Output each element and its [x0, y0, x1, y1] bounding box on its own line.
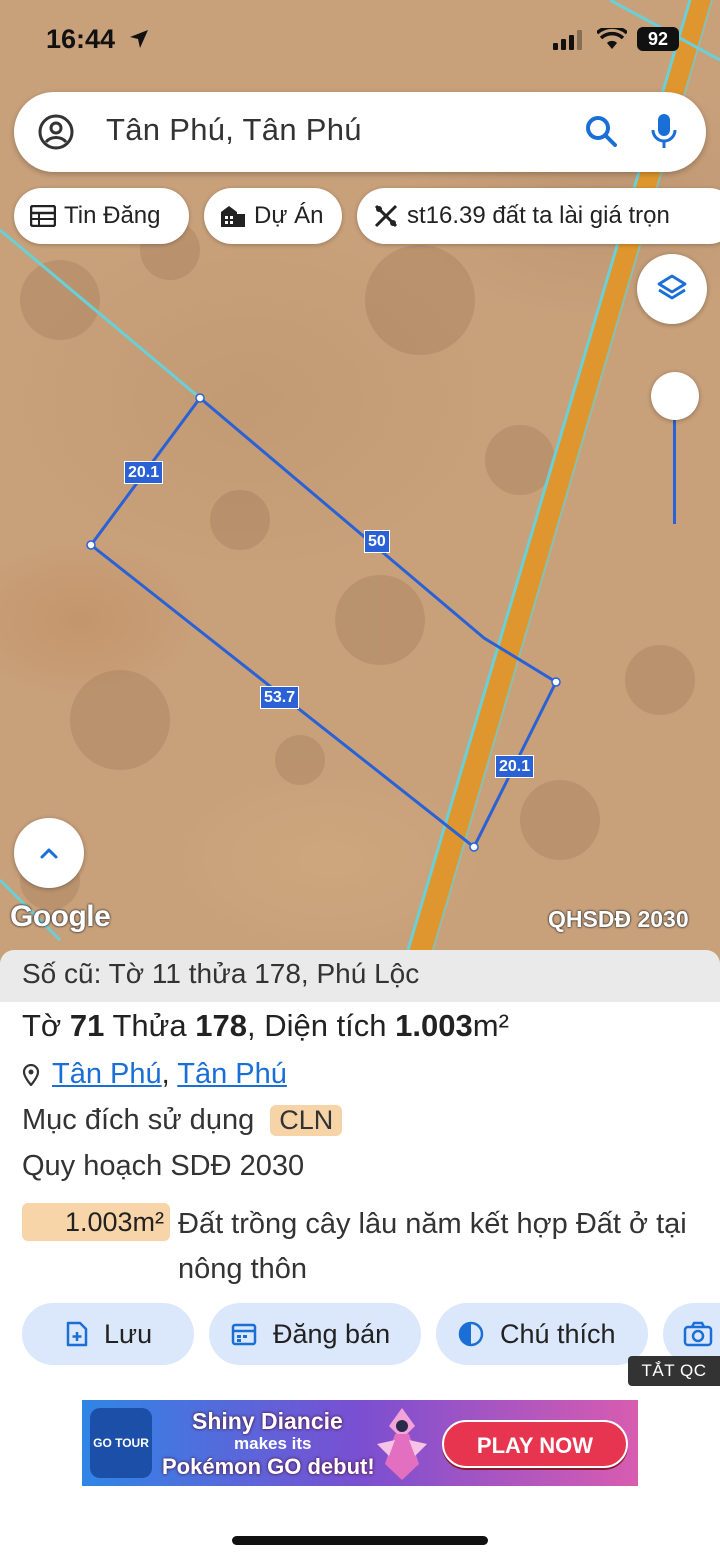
ad-headline: Shiny Diancie [192, 1408, 343, 1434]
expand-up-button[interactable] [14, 818, 84, 888]
building-icon [221, 206, 245, 227]
ad-subline: makes its [234, 1434, 312, 1453]
pattern-icon [374, 204, 398, 228]
plot-edge-label: 20.1 [124, 461, 164, 484]
parcel-label: Thửa [112, 1008, 187, 1043]
post-for-sale-button[interactable]: Đăng bán [209, 1303, 421, 1365]
location-arrow-icon [130, 30, 148, 48]
chevron-up-icon [40, 848, 58, 859]
map-layer-label: QHSDĐ 2030 [548, 906, 689, 932]
button-label: Chú thích [500, 1318, 616, 1349]
sheet-label: Tờ [22, 1008, 62, 1043]
wifi-icon [597, 28, 627, 49]
contrast-icon [458, 1321, 484, 1347]
save-button[interactable]: Lưu [22, 1303, 194, 1365]
microphone-icon[interactable] [650, 112, 678, 150]
signal-icon [553, 30, 582, 50]
location-link[interactable]: Tân Phú [52, 1058, 162, 1090]
chip-label: Dự Án [254, 202, 324, 229]
sheet-header[interactable]: Số cũ: Tờ 11 thửa 178, Phú Lộc [0, 950, 720, 1002]
chip-saved-search[interactable]: st16.39 đất ta lài giá trọn [357, 188, 720, 244]
land-use-purpose: Mục đích sử dụng CLN [22, 1104, 343, 1137]
opacity-slider-track[interactable] [673, 420, 676, 524]
account-icon[interactable] [38, 114, 74, 150]
old-parcel-ref: Số cũ: Tờ 11 thửa 178, Phú Lộc [22, 958, 420, 989]
clock: 16:44 [46, 24, 116, 54]
pokemon-go-logo: GO TOUR [90, 1408, 152, 1478]
search-bar[interactable]: Tân Phú, Tân Phú [14, 92, 706, 172]
plot-edge-label: 50 [364, 530, 390, 553]
parcel-number: 178 [195, 1008, 247, 1043]
plan-description: Đất trồng cây lâu năm kết hợp Đất ở tại … [178, 1208, 687, 1285]
parcel-summary: Tờ 71 Thửa 178, Diện tích 1.003m² [22, 1008, 509, 1043]
button-label: Lưu [104, 1318, 153, 1349]
plan-label: Quy hoạch SDĐ 2030 [22, 1150, 305, 1182]
save-doc-icon [66, 1321, 88, 1347]
button-label: Đăng bán [273, 1318, 391, 1349]
status-bar: 16:44 92 [0, 0, 720, 80]
location-pin-icon [22, 1064, 40, 1087]
purpose-label: Mục đích sử dụng [22, 1104, 255, 1136]
plan-area-badge: 1.003m² [22, 1203, 170, 1241]
battery-indicator: 92 [637, 27, 679, 51]
location-link[interactable]: Tân Phú [177, 1058, 287, 1090]
area-unit: m² [472, 1008, 509, 1043]
camera-icon [683, 1321, 713, 1347]
close-ad-button[interactable]: TẮT QC [628, 1356, 720, 1386]
ad-banner[interactable]: GO TOUR Shiny Diancie makes its Pokémon … [82, 1400, 638, 1486]
area-label: Diện tích [264, 1008, 387, 1043]
area-value: 1.003 [395, 1008, 473, 1043]
chip-label: st16.39 đất ta lài giá trọn [407, 202, 670, 229]
layers-button[interactable] [637, 254, 707, 324]
plot-edge-label: 20.1 [495, 755, 535, 778]
chip-tin-dang[interactable]: Tin Đăng [14, 188, 189, 244]
home-indicator[interactable] [232, 1536, 488, 1545]
chip-du-an[interactable]: Dự Án [204, 188, 342, 244]
chip-label: Tin Đăng [64, 202, 161, 229]
listing-icon [30, 205, 56, 227]
calendar-icon [231, 1323, 257, 1346]
play-now-button[interactable]: PLAY NOW [442, 1420, 628, 1468]
sheet-number: 71 [69, 1008, 105, 1043]
google-logo: Google [10, 900, 111, 933]
plot-edge-label: 53.7 [260, 686, 300, 709]
layers-icon [657, 274, 687, 300]
search-icon[interactable] [584, 114, 618, 148]
map-view[interactable]: 20.1 50 53.7 20.1 16:44 92 Tân Phú, Tân … [0, 0, 720, 1000]
legend-button[interactable]: Chú thích [436, 1303, 648, 1365]
ad-tagline: Pokémon GO debut! [162, 1454, 375, 1479]
opacity-slider-handle[interactable] [651, 372, 699, 420]
parcel-location: Tân Phú, Tân Phú [22, 1058, 287, 1091]
search-input[interactable]: Tân Phú, Tân Phú [106, 112, 362, 148]
diancie-illustration [377, 1408, 427, 1480]
land-use-code-badge: CLN [270, 1105, 343, 1136]
